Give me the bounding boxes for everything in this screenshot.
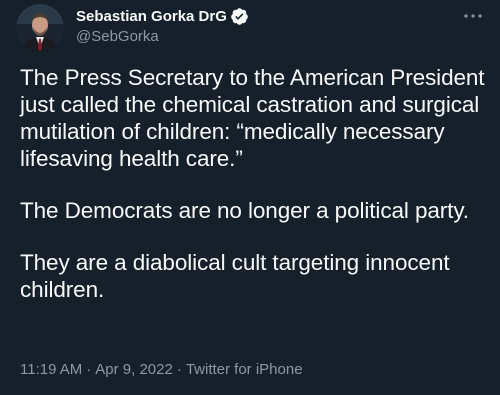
meta-separator: · bbox=[176, 361, 182, 378]
tweet-date: Apr 9, 2022 bbox=[95, 361, 173, 378]
tweet-card: Sebastian Gorka DrG @SebGorka The Press … bbox=[0, 0, 500, 395]
author-display-name[interactable]: Sebastian Gorka DrG bbox=[76, 8, 227, 25]
tweet-paragraph: They are a diabolical cult targeting inn… bbox=[20, 250, 450, 302]
meta-separator: · bbox=[86, 361, 92, 378]
verified-badge-icon bbox=[230, 7, 249, 26]
tweet-header: Sebastian Gorka DrG @SebGorka bbox=[16, 4, 484, 52]
more-options-icon[interactable] bbox=[462, 8, 484, 24]
author-handle[interactable]: @SebGorka bbox=[76, 28, 249, 45]
profile-photo-icon bbox=[16, 4, 64, 52]
tweet-metadata: 11:19 AM · Apr 9, 2022 · Twitter for iPhone bbox=[20, 361, 303, 378]
tweet-paragraph: The Press Secretary to the American Pres… bbox=[20, 65, 485, 171]
tweet-time: 11:19 AM bbox=[20, 361, 83, 378]
avatar[interactable] bbox=[16, 4, 64, 52]
tweet-timestamp-link[interactable]: 11:19 AM · Apr 9, 2022 bbox=[20, 361, 173, 378]
tweet-source-link[interactable]: Twitter for iPhone bbox=[186, 361, 303, 378]
tweet-text: The Press Secretary to the American Pres… bbox=[20, 64, 490, 303]
tweet-paragraph: The Democrats are no longer a political … bbox=[20, 198, 469, 223]
author-name-row: Sebastian Gorka DrG bbox=[76, 6, 249, 26]
author-info: Sebastian Gorka DrG @SebGorka bbox=[76, 6, 249, 45]
